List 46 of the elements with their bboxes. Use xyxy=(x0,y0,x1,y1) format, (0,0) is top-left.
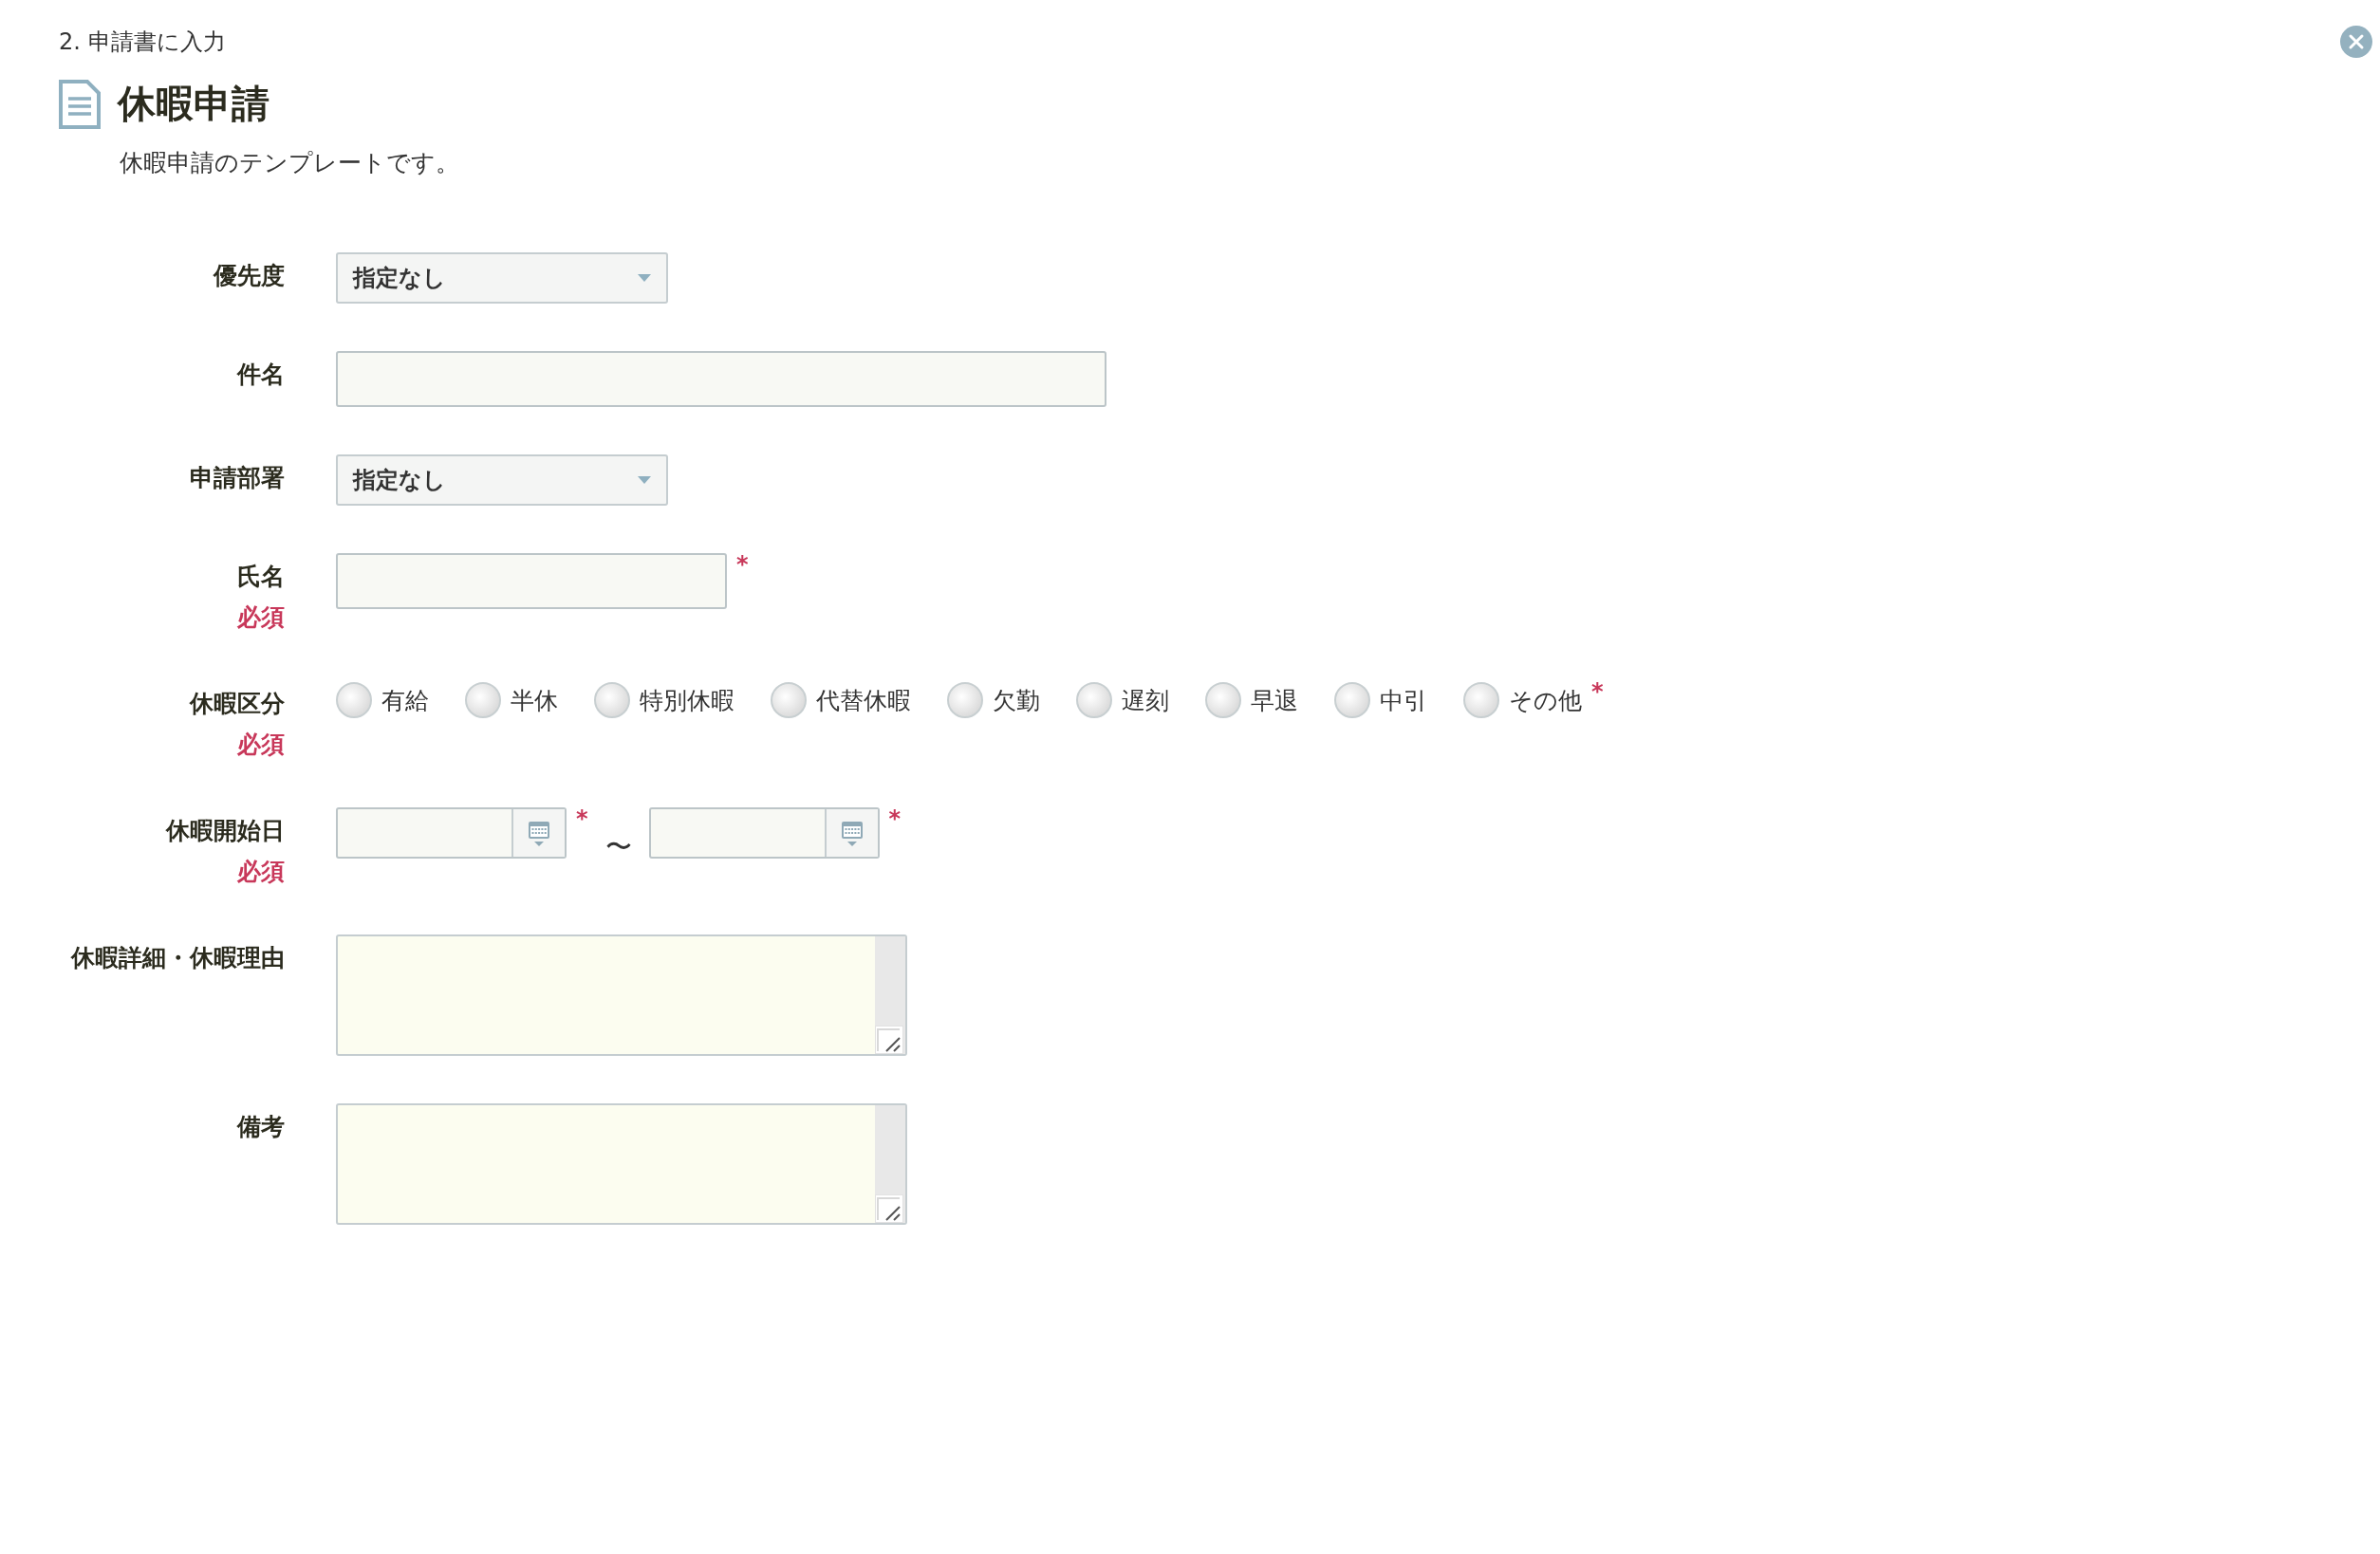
text-field[interactable] xyxy=(336,553,727,609)
field-label: 備考 xyxy=(237,1112,285,1142)
radio-option[interactable]: 欠勤 xyxy=(947,682,1040,718)
radio-option[interactable]: 有給 xyxy=(336,682,429,718)
field-label: 休暇詳細・休暇理由 xyxy=(71,943,285,973)
step-heading: 2. 申請書に入力 xyxy=(59,28,227,57)
text-field[interactable] xyxy=(336,351,1106,407)
range-separator: 〜 xyxy=(604,830,632,864)
text-area[interactable] xyxy=(336,934,907,1056)
document-icon xyxy=(59,79,101,129)
dropdown[interactable]: 指定なし xyxy=(336,454,668,506)
form-description: 休暇申請のテンプレートです。 xyxy=(120,148,460,178)
radio-option[interactable]: 特別休暇 xyxy=(594,682,734,718)
field-label: 氏名 xyxy=(237,562,285,592)
form-title: 休暇申請 xyxy=(118,81,270,127)
required-asterisk: * xyxy=(736,553,749,576)
required-asterisk: * xyxy=(888,807,902,830)
required-label: 必須 xyxy=(237,602,285,633)
text-area[interactable] xyxy=(336,1103,907,1225)
radio-option[interactable]: その他 xyxy=(1463,682,1582,718)
field-label: 優先度 xyxy=(214,261,285,291)
resize-grip-icon xyxy=(875,1026,903,1054)
radio-option[interactable]: 半休 xyxy=(465,682,558,718)
dropdown[interactable]: 指定なし xyxy=(336,252,668,304)
field-label: 件名 xyxy=(237,360,285,390)
field-label: 休暇区分 xyxy=(190,689,285,719)
radio-option[interactable]: 遅刻 xyxy=(1076,682,1169,718)
calendar-icon xyxy=(528,819,550,847)
caret-icon xyxy=(638,476,651,484)
calendar-button[interactable] xyxy=(511,809,565,857)
radio-option[interactable]: 中引 xyxy=(1334,682,1427,718)
date-field[interactable] xyxy=(336,807,567,859)
required-label: 必須 xyxy=(237,730,285,760)
caret-icon xyxy=(638,274,651,282)
required-asterisk: * xyxy=(1591,680,1604,703)
close-icon[interactable] xyxy=(2340,26,2372,58)
calendar-button[interactable] xyxy=(824,809,878,857)
date-field[interactable] xyxy=(648,807,880,859)
field-label: 申請部署 xyxy=(190,463,285,493)
required-label: 必須 xyxy=(237,857,285,887)
field-label: 休暇開始日 xyxy=(166,816,285,846)
radio-option[interactable]: 代替休暇 xyxy=(771,682,911,718)
radio-option[interactable]: 早退 xyxy=(1205,682,1298,718)
resize-grip-icon xyxy=(875,1194,903,1223)
required-asterisk: * xyxy=(576,807,588,830)
calendar-icon xyxy=(840,819,864,847)
